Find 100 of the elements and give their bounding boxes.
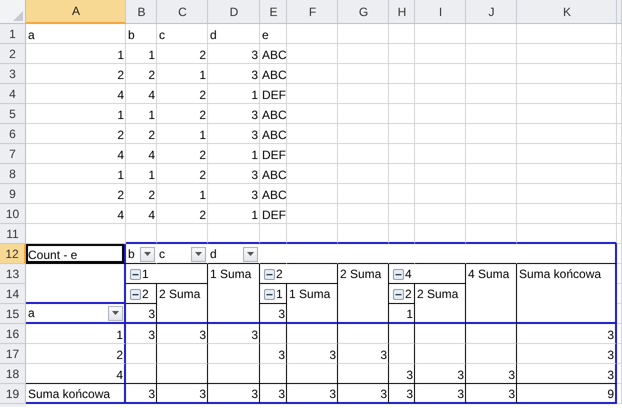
collapse-icon[interactable]: [393, 288, 404, 300]
table-cell: 4: [126, 144, 157, 164]
table-cell: 1: [26, 44, 126, 64]
row-header[interactable]: 7: [0, 144, 26, 164]
column-header[interactable]: C: [157, 0, 208, 24]
table-cell: c: [157, 24, 208, 44]
row-header[interactable]: 3: [0, 64, 26, 84]
table-cell: 1: [157, 184, 208, 204]
table-cell: 1: [126, 44, 157, 64]
table-cell: e: [260, 24, 287, 44]
table-cell: 3: [208, 384, 260, 404]
table-cell: 3: [517, 324, 617, 344]
table-cell: Suma końcowa: [26, 384, 126, 404]
row-header[interactable]: 6: [0, 124, 26, 144]
table-cell: 3: [415, 384, 466, 404]
table-cell: 3: [517, 364, 617, 384]
filter-dropdown-button[interactable]: [108, 306, 123, 320]
column-header[interactable]: K: [517, 0, 617, 24]
table-cell: 2: [26, 184, 126, 204]
table-cell: 1: [126, 104, 157, 124]
table-cell: 3: [208, 164, 260, 184]
table-cell: 3: [260, 304, 287, 324]
table-cell: 4: [26, 204, 126, 224]
row-header[interactable]: 18: [0, 364, 26, 384]
table-cell: 4: [126, 204, 157, 224]
table-cell: 3: [157, 324, 208, 344]
collapse-icon[interactable]: [393, 268, 404, 280]
row-header[interactable]: 1: [0, 24, 26, 44]
table-cell: 1: [26, 104, 126, 124]
row-header[interactable]: 14: [0, 284, 26, 304]
table-cell: 1: [26, 164, 126, 184]
table-cell: ABC: [260, 44, 287, 64]
table-cell: a: [26, 24, 126, 44]
table-cell: 3: [338, 384, 389, 404]
column-header[interactable]: H: [389, 0, 415, 24]
row-header[interactable]: 13: [0, 264, 26, 284]
filter-dropdown-button[interactable]: [140, 246, 155, 262]
table-cell: 1 Suma: [208, 264, 260, 324]
row-header[interactable]: 4: [0, 84, 26, 104]
row-header[interactable]: 2: [0, 44, 26, 64]
row-header[interactable]: 5: [0, 104, 26, 124]
collapse-icon[interactable]: [130, 268, 141, 280]
table-cell: 3: [466, 384, 517, 404]
table-cell: 2 Suma: [415, 284, 466, 324]
table-cell: 4 Suma: [466, 264, 517, 324]
table-cell: Suma końcowa: [517, 264, 617, 324]
pivot-item-label: 1: [142, 266, 149, 282]
collapse-icon[interactable]: [264, 268, 275, 280]
column-header[interactable]: E: [260, 0, 287, 24]
select-all-triangle-icon: [12, 10, 24, 22]
table-cell: 3: [389, 364, 415, 384]
table-cell: 4: [26, 364, 126, 384]
table-cell: ABC: [260, 164, 287, 184]
table-cell: 2 Suma: [338, 264, 389, 324]
table-cell: 1: [208, 144, 260, 164]
filter-dropdown-button[interactable]: [191, 246, 206, 262]
table-cell: ABC: [260, 104, 287, 124]
table-cell: ABC: [260, 184, 287, 204]
column-header[interactable]: A: [26, 0, 126, 24]
table-cell: 3: [208, 104, 260, 124]
table-cell: 1: [389, 304, 415, 324]
column-header[interactable]: B: [126, 0, 157, 24]
table-cell: 1: [208, 84, 260, 104]
table-cell: 3: [208, 184, 260, 204]
row-header[interactable]: 10: [0, 204, 26, 224]
table-cell: 3: [287, 384, 338, 404]
row-header[interactable]: 17: [0, 344, 26, 364]
column-header[interactable]: I: [415, 0, 466, 24]
table-cell: 2: [26, 124, 126, 144]
table-cell: 4: [126, 84, 157, 104]
table-cell: 3: [389, 384, 415, 404]
row-header[interactable]: 16: [0, 324, 26, 344]
filter-dropdown-button[interactable]: [243, 246, 258, 262]
pivot-field-label: d: [210, 246, 218, 262]
table-cell: DEF: [260, 204, 287, 224]
column-header[interactable]: G: [338, 0, 389, 24]
table-cell: 3: [287, 344, 338, 364]
table-cell: 3: [260, 384, 287, 404]
table-cell: 3: [338, 344, 389, 364]
table-cell: 1: [26, 324, 126, 344]
table-cell: 3: [260, 344, 287, 364]
table-cell: 3: [126, 324, 157, 344]
table-cell: d: [208, 24, 260, 44]
column-header[interactable]: D: [208, 0, 260, 24]
collapse-icon[interactable]: [130, 288, 141, 300]
table-cell: Count - e: [26, 244, 126, 264]
row-header[interactable]: 9: [0, 184, 26, 204]
column-header[interactable]: F: [287, 0, 338, 24]
row-header[interactable]: 12: [0, 244, 26, 264]
collapse-icon[interactable]: [264, 288, 275, 300]
row-header[interactable]: 8: [0, 164, 26, 184]
row-header[interactable]: 11: [0, 224, 26, 244]
caret-icon: [195, 252, 202, 256]
row-header[interactable]: 19: [0, 384, 26, 404]
column-header[interactable]: J: [466, 0, 517, 24]
table-cell: 1: [208, 204, 260, 224]
table-cell: 3: [208, 124, 260, 144]
caret-icon: [144, 252, 151, 256]
table-cell: 2 Suma: [157, 284, 208, 324]
row-header[interactable]: 15: [0, 304, 26, 324]
